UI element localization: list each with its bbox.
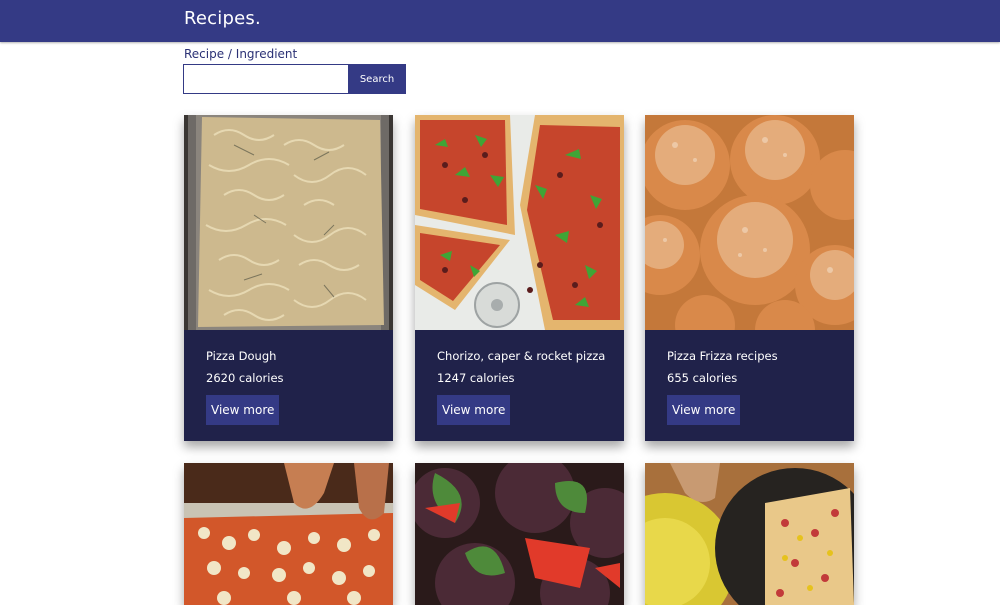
search-input[interactable] [183, 64, 349, 94]
recipe-card [184, 463, 393, 605]
view-more-button[interactable]: View more [667, 395, 741, 425]
search-button[interactable]: Search [348, 64, 406, 94]
view-more-button[interactable]: View more [437, 395, 511, 425]
recipe-image[interactable] [645, 463, 854, 605]
recipe-card [415, 463, 624, 605]
recipe-title: Pizza Frizza recipes [667, 349, 778, 363]
search-label: Recipe / Ingredient [184, 47, 298, 61]
brand-logo[interactable]: Recipes. [184, 8, 261, 29]
recipe-image-chorizo-pizza[interactable] [415, 115, 624, 330]
recipe-card [645, 463, 854, 605]
recipe-title: Chorizo, caper & rocket pizza [437, 349, 606, 363]
view-more-button[interactable]: View more [206, 395, 280, 425]
recipe-calories: 2620 calories [206, 371, 284, 385]
recipe-image-pizza-dough[interactable] [184, 115, 393, 330]
recipe-card: Chorizo, caper & rocket pizza 1247 calor… [415, 115, 624, 441]
recipe-image[interactable] [184, 463, 393, 605]
recipe-image[interactable] [415, 463, 624, 605]
recipe-image-pizza-frizza[interactable] [645, 115, 854, 330]
top-navbar: Recipes. [0, 0, 1000, 42]
recipe-card: Pizza Frizza recipes 655 calories View m… [645, 115, 854, 441]
recipe-title: Pizza Dough [206, 349, 277, 363]
recipe-card: Pizza Dough 2620 calories View more [184, 115, 393, 441]
recipe-calories: 1247 calories [437, 371, 515, 385]
recipe-calories: 655 calories [667, 371, 738, 385]
